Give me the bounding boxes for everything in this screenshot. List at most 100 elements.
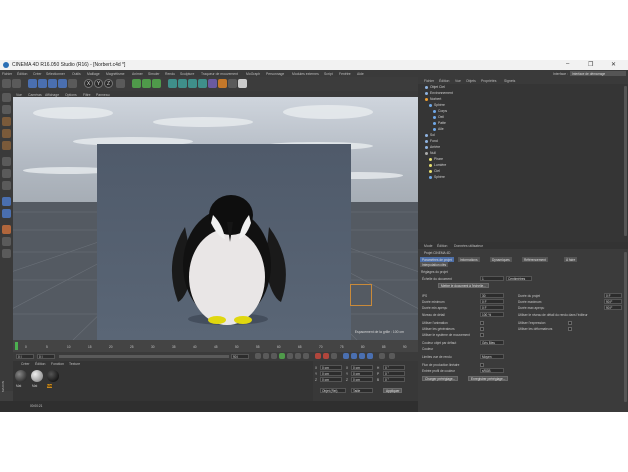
content-browser-icon[interactable] [2,237,11,246]
material-swatch[interactable] [47,370,59,382]
tab-info[interactable]: Informations [458,257,480,262]
move-icon[interactable] [38,79,47,88]
am-menu-mode[interactable]: Mode [424,244,432,248]
interface-select[interactable]: Interface de démarrage [570,71,626,76]
menu-maillage[interactable]: Maillage [87,72,100,76]
timeline-ruler[interactable]: 0 5 10 15 20 25 30 35 40 45 50 55 60 65 … [13,340,418,352]
am-menu-user-data[interactable]: Données utilisateur [454,244,483,248]
menu-script[interactable]: Script [324,72,333,76]
color-profile-select[interactable]: sRGB [480,368,504,373]
preview-max-field[interactable]: 90 F [604,305,622,310]
object-row[interactable]: Lumière [420,163,570,169]
y-axis-icon[interactable]: Y [94,79,103,88]
linear-workflow-checkbox[interactable] [480,363,484,367]
camera-icon[interactable] [228,79,237,88]
size-mode-select[interactable]: Taille [351,388,373,393]
texture-mode-icon[interactable] [2,105,11,114]
cube-icon[interactable] [168,79,177,88]
polygons-mode-icon[interactable] [2,141,11,150]
scale-field[interactable]: 1 [480,276,504,281]
scale-unit-select[interactable]: Centimètres [506,276,532,281]
object-row[interactable]: Aile [420,127,570,133]
view-clip-select[interactable]: Moyen [480,354,504,359]
object-row[interactable]: Objet Ciel [420,85,570,91]
menu-magnetisme[interactable]: Magnétisme [106,72,124,76]
record-keys-icon[interactable] [315,353,321,359]
minimize-button[interactable]: – [566,61,569,67]
undo-icon[interactable] [2,79,11,88]
size-x-field[interactable]: 0 cm [351,365,373,370]
attribute-manager-scrollbar[interactable] [624,252,627,402]
point-level-icon[interactable] [379,353,385,359]
material-swatch[interactable] [15,370,27,382]
object-row[interactable]: Null [420,151,570,157]
default-color-select[interactable]: Gris Bleu [480,340,504,345]
object-mode-icon[interactable] [68,79,77,88]
x-axis-icon[interactable]: X [84,79,93,88]
maximize-button[interactable]: ❐ [588,61,593,68]
render-picture-viewer-icon[interactable] [142,79,151,88]
previous-frame-icon[interactable] [271,353,277,359]
om-menu-fichier[interactable]: Fichier [424,79,434,83]
next-frame-icon[interactable] [287,353,293,359]
menu-personnage[interactable]: Personnage [266,72,284,76]
pen-icon[interactable] [178,79,187,88]
menu-fichier[interactable]: Fichier [2,72,12,76]
scale-icon[interactable] [48,79,57,88]
frame-start-field[interactable]: 0 I [16,354,34,359]
size-y-field[interactable]: 0 cm [351,371,373,376]
tab-dynamics[interactable]: Dynamiques [490,257,512,262]
material-menu-fonction[interactable]: Fonction [51,362,64,366]
object-row[interactable]: Patte [420,121,570,127]
viewport-menu-filtre[interactable]: Filtre [83,93,91,97]
save-preset-button[interactable]: Enregistrer préréglage... [468,376,509,381]
light-gizmo[interactable] [350,284,372,306]
om-menu-edition[interactable]: Édition [439,79,449,83]
object-row[interactable]: Sphère [420,175,570,181]
previous-key-icon[interactable] [263,353,269,359]
menu-edition[interactable]: Édition [17,72,27,76]
viewport-menu-cameras[interactable]: Caméras [28,93,42,97]
viewport-menu-panneau[interactable]: Panneau [96,93,110,97]
play-icon[interactable] [279,353,285,359]
scale-document-button[interactable]: Mettre le document à l'échelle... [438,283,489,288]
go-to-end-icon[interactable] [303,353,309,359]
use-deformers-checkbox[interactable] [568,327,572,331]
material-menu-edition[interactable]: Édition [35,362,45,366]
preview-min-field[interactable]: 0 F [480,305,504,310]
position-z-field[interactable]: 0 cm [320,377,342,382]
tab-key-interpolation[interactable]: Interpolation clés [420,262,449,267]
make-editable-icon[interactable] [2,93,11,102]
snap-icon[interactable] [2,181,11,190]
om-menu-objets[interactable]: Objets [466,79,476,83]
object-row[interactable]: Fond [420,139,570,145]
solo-icon[interactable] [2,249,11,258]
fps-field[interactable]: 30 [480,293,504,298]
object-row[interactable]: Sphère [420,103,570,109]
sculpt-icon[interactable] [2,225,11,234]
floor-icon[interactable] [218,79,227,88]
z-axis-icon[interactable]: Z [104,79,113,88]
coord-mode-select[interactable]: Objet (Rel) [320,388,346,393]
object-row[interactable]: Environnement [420,91,570,97]
menu-rendu[interactable]: Rendu [165,72,175,76]
menu-selectionner[interactable]: Sélectionner [46,72,65,76]
viewport-menu-options[interactable]: Options [65,93,77,97]
autokeying-icon[interactable] [323,353,329,359]
lod-field[interactable]: 100 % [480,312,504,317]
rotate-icon[interactable] [58,79,67,88]
menu-animer[interactable]: Animer [132,72,143,76]
render-settings-icon[interactable] [152,79,161,88]
object-row[interactable]: Oeil [420,115,570,121]
go-to-start-icon[interactable] [255,353,261,359]
om-menu-vue[interactable]: Vue [455,79,461,83]
position-x-field[interactable]: 0 cm [320,365,342,370]
tab-referencing[interactable]: Référencement [522,257,548,262]
material-menu-creer[interactable]: Créer [21,362,29,366]
use-motion-checkbox[interactable] [480,333,484,337]
timeline-icon[interactable] [389,353,395,359]
position-key-icon[interactable] [343,353,349,359]
material-swatch[interactable] [31,370,43,382]
object-row[interactable]: Arrière [420,145,570,151]
next-key-icon[interactable] [295,353,301,359]
